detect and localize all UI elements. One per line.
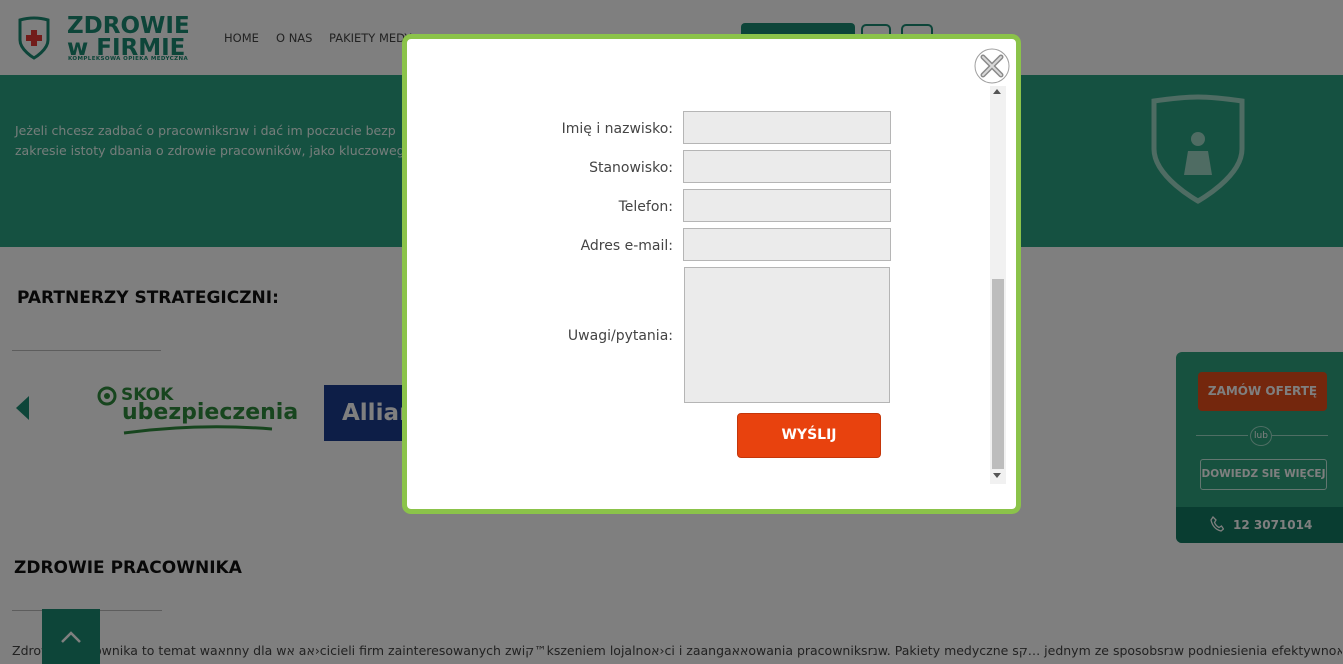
notes-textarea[interactable] <box>684 267 890 403</box>
phone-field[interactable] <box>683 189 891 222</box>
phone-label: Telefon: <box>618 199 673 215</box>
email-field[interactable] <box>683 228 891 261</box>
close-icon[interactable] <box>974 48 1010 84</box>
email-label: Adres e-mail: <box>580 238 673 254</box>
position-field[interactable] <box>683 150 891 183</box>
scroll-up-icon[interactable] <box>993 89 1001 94</box>
name-label: Imię i nazwisko: <box>561 121 673 137</box>
submit-button[interactable]: WYŚLIJ <box>737 413 881 458</box>
name-field[interactable] <box>683 111 891 144</box>
scroll-down-icon[interactable] <box>993 473 1001 478</box>
modal-scrollbar-thumb[interactable] <box>992 279 1004 469</box>
notes-label: Uwagi/pytania: <box>567 328 673 344</box>
position-label: Stanowisko: <box>589 160 673 176</box>
